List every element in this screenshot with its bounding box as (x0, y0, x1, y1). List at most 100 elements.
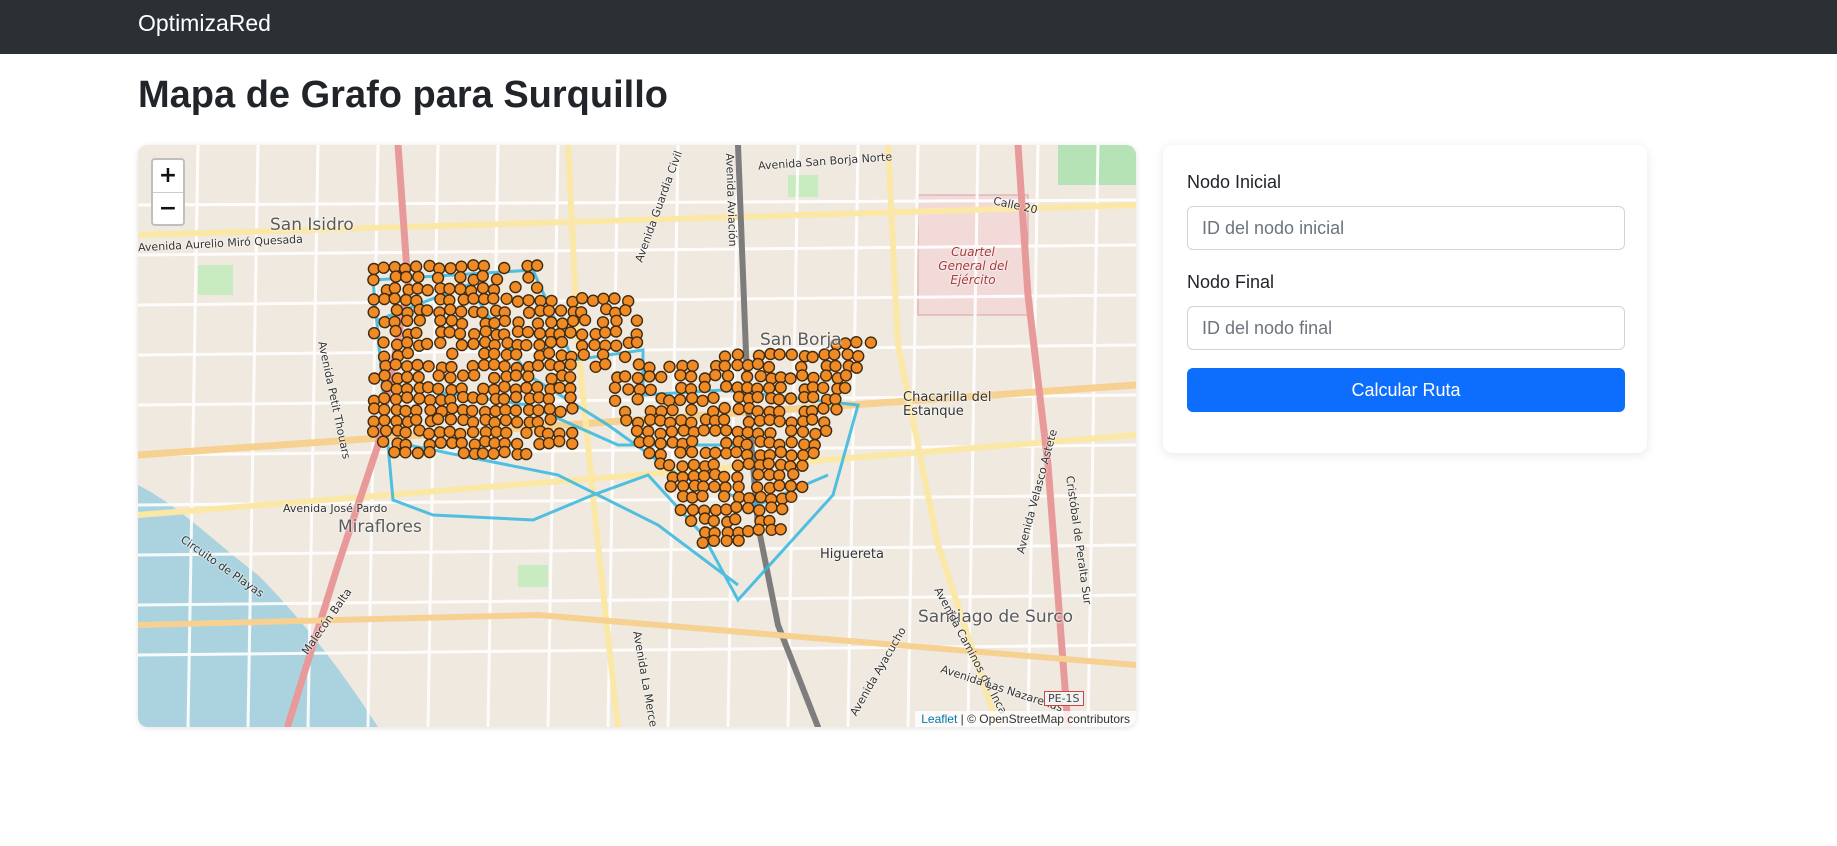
graph-node[interactable] (674, 369, 687, 382)
graph-node[interactable] (754, 369, 767, 383)
graph-node[interactable] (498, 314, 512, 328)
graph-node[interactable] (797, 449, 810, 462)
graph-node[interactable] (479, 325, 492, 338)
graph-node[interactable] (742, 457, 756, 470)
graph-node[interactable] (676, 460, 689, 473)
graph-node[interactable] (784, 479, 797, 493)
graph-node[interactable] (654, 437, 667, 450)
graph-node[interactable] (367, 273, 380, 287)
graph-node[interactable] (632, 358, 646, 371)
graph-node[interactable] (752, 523, 765, 536)
graph-node[interactable] (545, 316, 558, 329)
graph-node[interactable] (774, 445, 788, 459)
graph-node[interactable] (367, 326, 381, 340)
graph-node[interactable] (741, 426, 754, 439)
graph-node[interactable] (389, 393, 403, 406)
graph-node[interactable] (413, 392, 426, 405)
graph-node[interactable] (422, 360, 435, 373)
graph-node[interactable] (852, 349, 865, 363)
graph-node[interactable] (729, 513, 742, 526)
graph-node[interactable] (388, 281, 402, 295)
graph-node[interactable] (457, 446, 471, 460)
graph-node[interactable] (563, 370, 577, 384)
graph-node[interactable] (675, 414, 688, 427)
graph-node[interactable] (531, 380, 544, 394)
graph-node[interactable] (839, 369, 853, 382)
graph-node[interactable] (520, 381, 533, 395)
graph-node[interactable] (467, 259, 480, 272)
graph-node[interactable] (588, 338, 601, 352)
graph-node[interactable] (399, 446, 412, 459)
graph-node[interactable] (784, 392, 798, 405)
graph-node[interactable] (445, 360, 458, 374)
graph-node[interactable] (566, 437, 579, 450)
graph-node[interactable] (390, 303, 404, 317)
graph-node[interactable] (544, 335, 558, 349)
graph-node[interactable] (444, 303, 457, 316)
graph-node[interactable] (476, 306, 489, 319)
graph-node[interactable] (577, 348, 590, 361)
graph-node[interactable] (388, 446, 401, 459)
graph-node[interactable] (412, 270, 425, 284)
graph-node[interactable] (619, 304, 632, 317)
graph-node[interactable] (566, 402, 579, 415)
graph-node[interactable] (389, 324, 402, 338)
graph-node[interactable] (785, 490, 798, 503)
graph-node[interactable] (684, 370, 698, 383)
graph-node[interactable] (618, 350, 632, 364)
graph-node[interactable] (720, 380, 733, 393)
graph-node[interactable] (709, 446, 722, 459)
graph-node[interactable] (532, 404, 545, 417)
end-node-input[interactable] (1187, 306, 1625, 350)
graph-node[interactable] (720, 447, 733, 460)
graph-node[interactable] (608, 381, 622, 394)
graph-node[interactable] (622, 383, 635, 396)
graph-node[interactable] (850, 361, 863, 374)
graph-node[interactable] (497, 392, 511, 406)
graph-node[interactable] (377, 261, 390, 274)
graph-node[interactable] (666, 436, 679, 449)
graph-node[interactable] (455, 338, 469, 352)
graph-node[interactable] (697, 424, 710, 437)
graph-node[interactable] (388, 292, 401, 305)
graph-node[interactable] (796, 369, 809, 382)
graph-node[interactable] (487, 292, 500, 305)
graph-node[interactable] (599, 326, 612, 339)
graph-node[interactable] (410, 326, 423, 340)
graph-node[interactable] (807, 446, 820, 460)
graph-node[interactable] (717, 490, 731, 503)
graph-node[interactable] (498, 445, 511, 459)
graph-node[interactable] (368, 372, 381, 385)
graph-node[interactable] (444, 262, 457, 275)
graph-node[interactable] (476, 447, 490, 460)
graph-node[interactable] (708, 480, 721, 493)
graph-node[interactable] (631, 371, 645, 385)
graph-node[interactable] (376, 435, 390, 448)
graph-node[interactable] (501, 336, 514, 350)
graph-node[interactable] (566, 426, 579, 440)
graph-node[interactable] (443, 282, 456, 296)
graph-node[interactable] (522, 271, 535, 284)
graph-node[interactable] (709, 503, 723, 517)
graph-node[interactable] (510, 437, 524, 451)
graph-node[interactable] (762, 457, 775, 470)
graph-node[interactable] (530, 259, 544, 272)
graph-node[interactable] (575, 291, 589, 305)
graph-node[interactable] (378, 414, 391, 427)
graph-node[interactable] (732, 480, 745, 493)
map-container[interactable]: San Isidro San Borja Miraflores Santiago… (138, 145, 1136, 727)
graph-node[interactable] (732, 402, 745, 416)
graph-node[interactable] (467, 337, 480, 351)
graph-node[interactable] (454, 270, 467, 284)
graph-node[interactable] (741, 381, 754, 394)
graph-node[interactable] (685, 435, 699, 448)
graph-node[interactable] (446, 402, 459, 415)
graph-node[interactable] (719, 424, 733, 437)
graph-node[interactable] (411, 446, 425, 460)
graph-node[interactable] (643, 446, 656, 460)
graph-node[interactable] (610, 314, 623, 328)
graph-node[interactable] (674, 503, 687, 517)
graph-node[interactable] (400, 391, 414, 404)
graph-node[interactable] (643, 370, 656, 383)
graph-node[interactable] (424, 403, 437, 417)
